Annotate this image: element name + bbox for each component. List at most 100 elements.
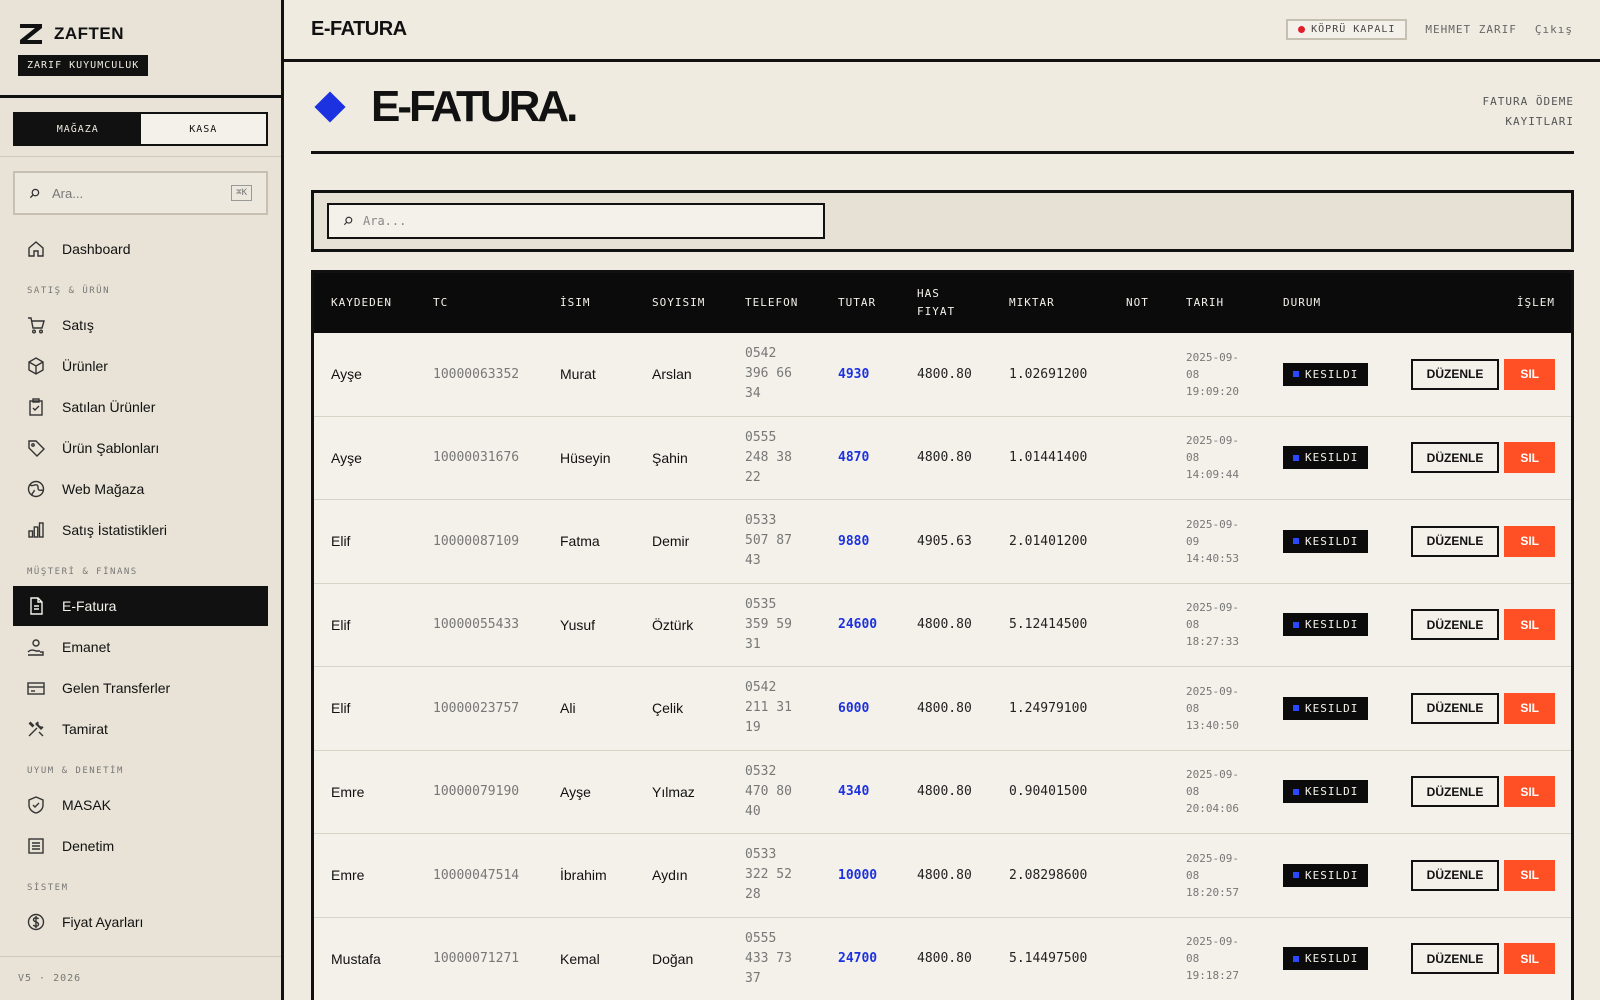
sidebar-item-product-templates[interactable]: Ürün Şablonları xyxy=(13,428,268,468)
sidebar-item-label: Gelen Transferler xyxy=(62,680,171,696)
cell-recorder: Elif xyxy=(331,700,351,717)
bridge-status-badge[interactable]: KÖPRÜ KAPALI xyxy=(1286,19,1408,40)
status-badge-label: KESILDI xyxy=(1305,868,1359,882)
cell-date-line: 2025-09- xyxy=(1186,517,1239,531)
status-badge: KESILDI xyxy=(1283,780,1369,804)
cell-phone: 0542 211 31 19 xyxy=(728,678,821,738)
delete-button[interactable]: SIL xyxy=(1504,859,1555,891)
top-bar: E-FATURA KÖPRÜ KAPALI MEHMET ZARIF Çıkış xyxy=(284,0,1600,62)
delete-button[interactable]: SIL xyxy=(1504,692,1555,724)
cell-tc: 10000071271 xyxy=(433,951,520,967)
sidebar-item-products[interactable]: Ürünler xyxy=(13,346,268,386)
clipboard-check-icon xyxy=(29,398,43,416)
sidebar-item-dashboard[interactable]: Dashboard xyxy=(13,229,268,269)
status-square-icon xyxy=(1293,872,1299,879)
column-header[interactable]: SOYISIM xyxy=(635,294,728,312)
table-row: Emre 10000047514 İbrahim Aydın 0533 322 … xyxy=(314,834,1571,918)
sidebar-item-sales-stats[interactable]: Satış İstatistikleri xyxy=(13,510,268,550)
delete-button[interactable]: SIL xyxy=(1504,525,1555,557)
column-header[interactable]: HAS FIYAT xyxy=(900,285,992,321)
sidebar-item-repair[interactable]: Tamirat xyxy=(13,709,268,749)
edit-button[interactable]: DÜZENLE xyxy=(1410,525,1500,557)
column-header[interactable]: İSIM xyxy=(543,294,635,312)
cell-phone-line: 43 xyxy=(745,553,761,569)
column-header[interactable]: KAYDEDEN xyxy=(314,294,416,312)
sidebar-item-masak[interactable]: MASAK xyxy=(13,785,268,825)
divider xyxy=(0,156,281,157)
cell-amount: 4340 xyxy=(838,784,870,800)
status-badge: KESILDI xyxy=(1283,863,1369,887)
column-header[interactable]: TARIH xyxy=(1169,294,1266,312)
cell-phone-line: 470 80 xyxy=(745,783,792,799)
edit-button[interactable]: DÜZENLE xyxy=(1410,943,1500,975)
cell-amount: 6000 xyxy=(838,700,870,716)
cell-date-line: 13:40:50 xyxy=(1186,718,1239,732)
cell-phone-line: 0533 xyxy=(745,513,777,529)
app-version: V5 · 2026 xyxy=(0,956,281,1000)
mode-toggle: MAĞAZA KASA xyxy=(13,112,268,146)
cell-amount: 24700 xyxy=(838,951,878,967)
cell-status: KESILDI xyxy=(1266,696,1376,720)
sidebar-item-label: Satılan Ürünler xyxy=(62,399,156,415)
column-header[interactable]: NOT xyxy=(1109,294,1169,312)
sidebar-item-label: Satış İstatistikleri xyxy=(62,522,168,538)
edit-button[interactable]: DÜZENLE xyxy=(1410,859,1500,891)
sidebar-item-label: Dashboard xyxy=(62,241,131,257)
table-row: Ayşe 10000063352 Murat Arslan 0542 396 6… xyxy=(314,333,1571,417)
column-header[interactable]: TELEFON xyxy=(728,294,821,312)
column-header[interactable]: TUTAR xyxy=(821,294,900,312)
sidebar-item-label: Web Mağaza xyxy=(62,481,145,497)
cell-has-price: 4800.80 xyxy=(917,617,972,633)
cell-name: Ali xyxy=(560,700,576,717)
delete-button[interactable]: SIL xyxy=(1504,442,1555,474)
cell-date: 2025-09- 09 14:40:53 xyxy=(1169,516,1266,567)
sidebar-item-audit[interactable]: Denetim xyxy=(13,826,268,866)
edit-button[interactable]: DÜZENLE xyxy=(1410,358,1500,390)
page-header: E-FATURA. FATURA ÖDEME KAYITLARI xyxy=(311,62,1574,154)
edit-button[interactable]: DÜZENLE xyxy=(1410,609,1500,641)
sidebar-item-incoming-transfers[interactable]: Gelen Transferler xyxy=(13,668,268,708)
dollar-circle-icon xyxy=(27,913,45,931)
cell-phone-line: 0555 xyxy=(745,429,777,445)
column-header[interactable]: TC xyxy=(416,294,543,312)
sidebar-item-web-store[interactable]: Web Mağaza xyxy=(13,469,268,509)
edit-button[interactable]: DÜZENLE xyxy=(1410,776,1500,808)
sidebar-item-escrow[interactable]: Emanet xyxy=(13,627,268,667)
edit-button[interactable]: DÜZENLE xyxy=(1410,442,1500,474)
column-header[interactable]: DURUM xyxy=(1266,294,1376,312)
delete-button[interactable]: SIL xyxy=(1504,358,1555,390)
cell-phone: 0533 507 87 43 xyxy=(728,511,821,571)
status-dot-icon xyxy=(1298,26,1306,33)
delete-button[interactable]: SIL xyxy=(1504,776,1555,808)
table-header: KAYDEDEN TC İSIM SOYISIM TELEFON TUTAR H… xyxy=(314,273,1571,333)
cell-surname: Şahin xyxy=(652,449,688,466)
cell-date-line: 08 xyxy=(1186,785,1200,799)
status-badge: KESILDI xyxy=(1283,613,1369,637)
cell-tc: 10000055433 xyxy=(433,617,520,633)
page-subtitle: FATURA ÖDEME KAYITLARI xyxy=(1483,92,1574,132)
delete-button[interactable]: SIL xyxy=(1504,943,1555,975)
column-header[interactable]: MIKTAR xyxy=(992,294,1109,312)
user-name[interactable]: MEHMET ZARIF xyxy=(1425,23,1516,36)
sidebar-item-sales[interactable]: Satış xyxy=(13,305,268,345)
mode-store-button[interactable]: MAĞAZA xyxy=(15,114,141,144)
sidebar-item-sold-products[interactable]: Satılan Ürünler xyxy=(13,387,268,427)
delete-button[interactable]: SIL xyxy=(1504,609,1555,641)
sidebar-item-e-invoice[interactable]: E-Fatura xyxy=(13,586,268,626)
logout-link[interactable]: Çıkış xyxy=(1535,23,1573,36)
status-badge-label: KESILDI xyxy=(1305,785,1359,799)
cell-phone-line: 359 59 xyxy=(745,616,792,632)
sidebar-search-input[interactable]: Ara... ⌘K xyxy=(13,171,268,215)
mode-register-button[interactable]: KASA xyxy=(140,114,266,144)
table-search-input[interactable]: Ara... xyxy=(327,203,825,239)
edit-button[interactable]: DÜZENLE xyxy=(1410,692,1500,724)
cell-amount: 4870 xyxy=(838,450,870,466)
cell-actions: DÜZENLE SIL xyxy=(1376,525,1571,557)
credit-card-icon xyxy=(27,682,45,695)
cell-name: Kemal xyxy=(560,950,600,967)
cell-phone: 0555 433 73 37 xyxy=(728,929,821,989)
sidebar-item-price-settings[interactable]: Fiyat Ayarları xyxy=(13,902,268,942)
cell-phone-line: 40 xyxy=(745,803,761,819)
search-shortcut: ⌘K xyxy=(231,185,252,201)
cell-date: 2025-09- 08 18:20:57 xyxy=(1169,850,1266,901)
